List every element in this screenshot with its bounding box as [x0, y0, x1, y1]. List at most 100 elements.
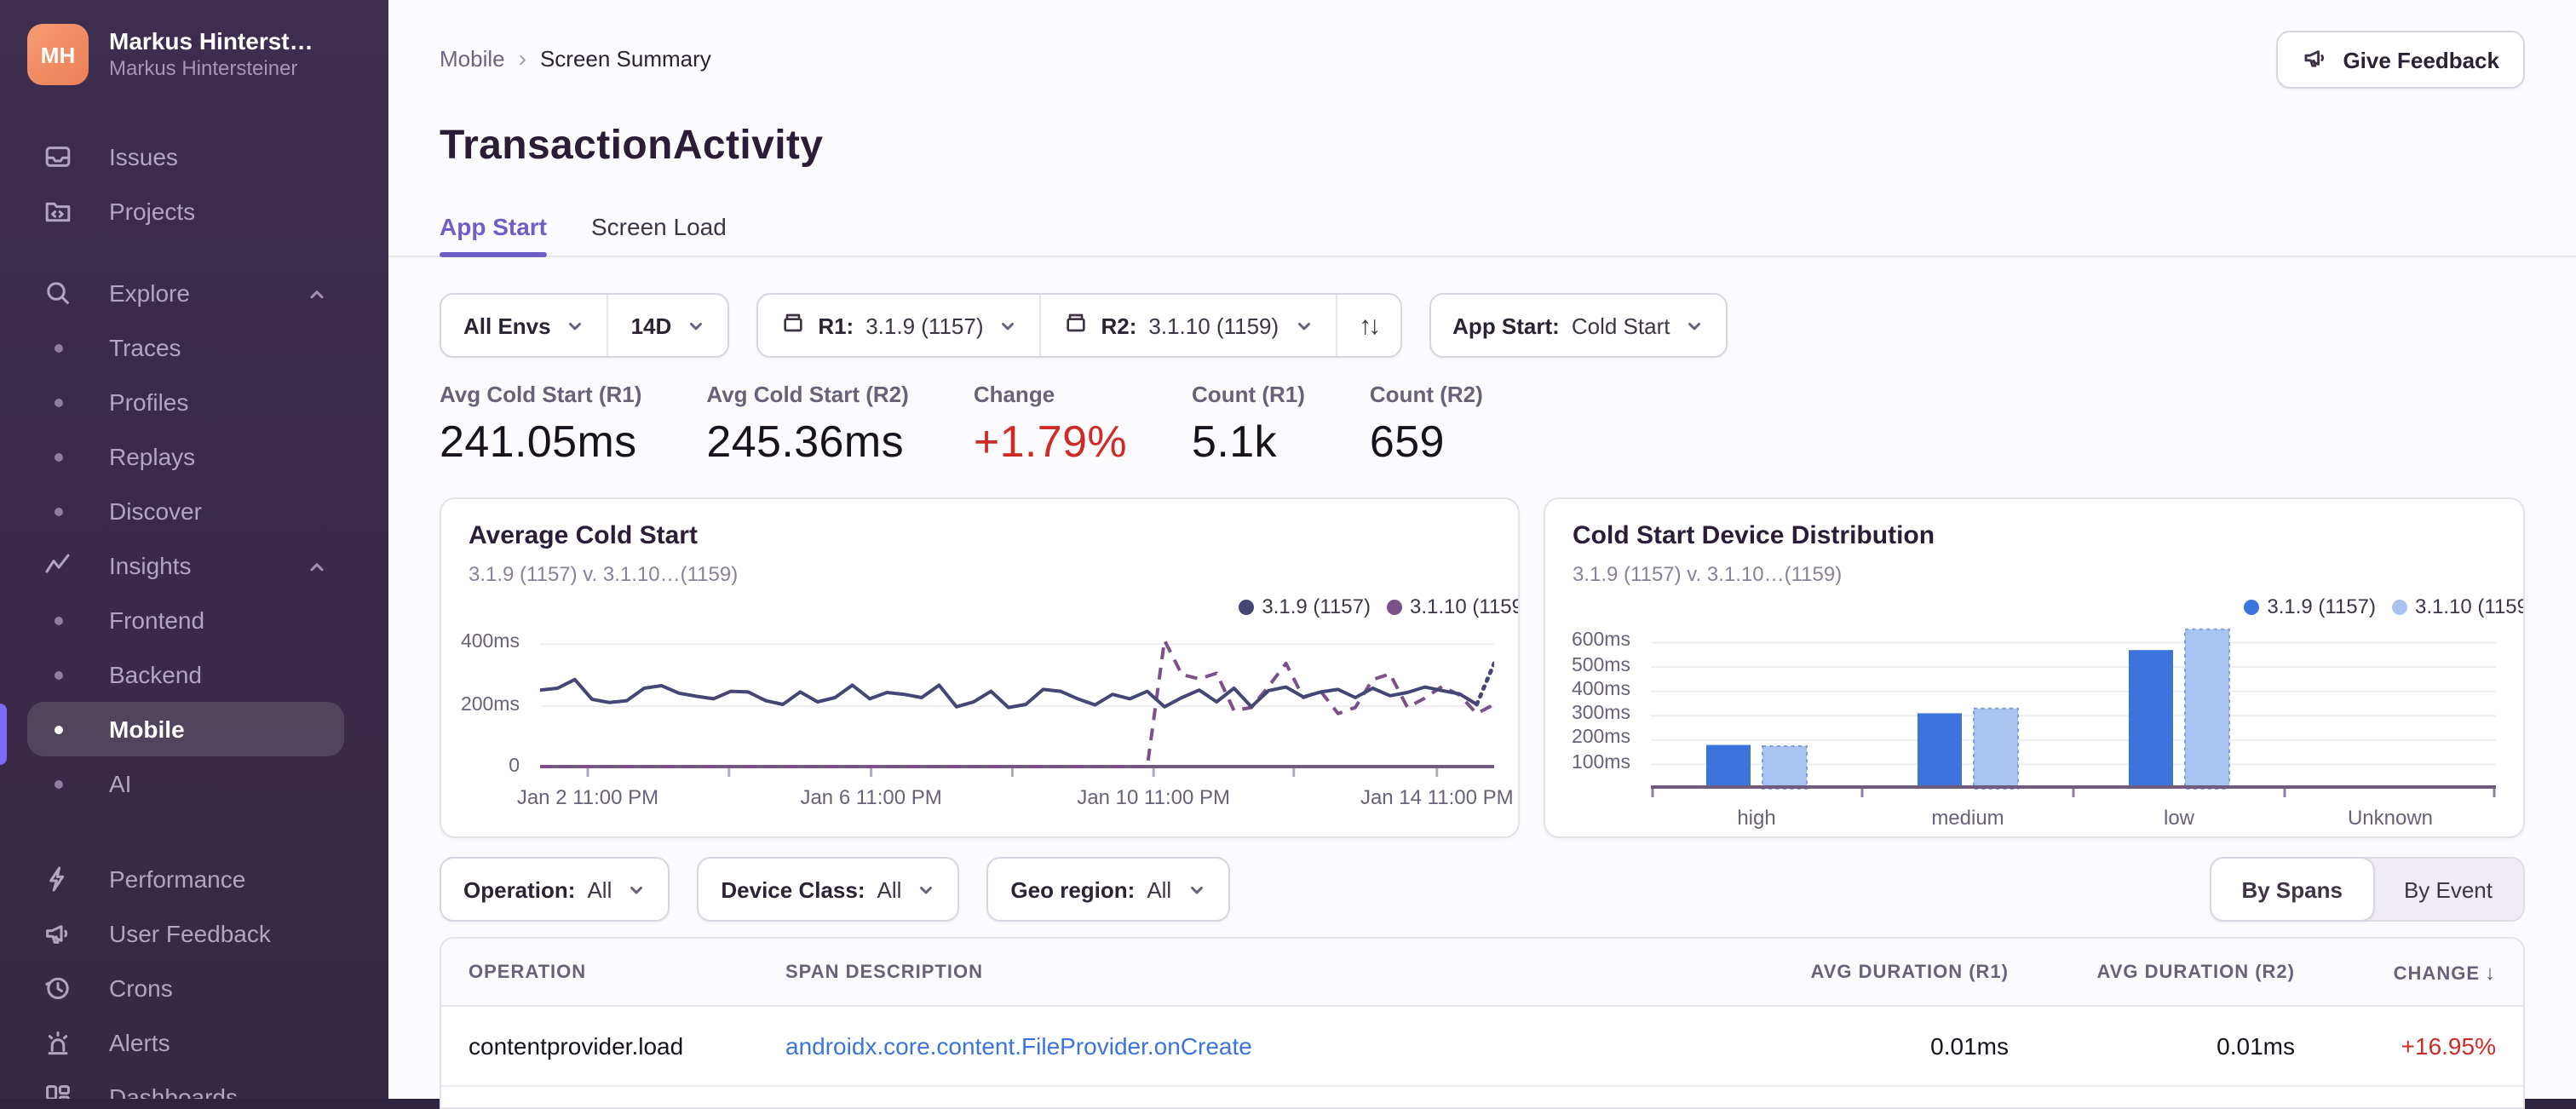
legend-label: 3.1.9 (1157) [2267, 595, 2376, 618]
chevron-down-icon [1685, 316, 1704, 335]
bullet-icon [43, 332, 73, 363]
megaphone-icon [43, 918, 73, 949]
y-tick-label: 500ms [1571, 655, 1630, 676]
legend-item[interactable]: 3.1.10 (1159) [1386, 595, 1520, 618]
cell-change: +16.95% [2401, 1032, 2496, 1060]
sidebar-item-projects[interactable]: Projects [27, 184, 344, 238]
legend-item[interactable]: 3.1.9 (1157) [1238, 595, 1371, 618]
chevron-up-icon [307, 279, 327, 307]
x-category-label: low [2163, 806, 2195, 830]
column-header-avg-duration-r1[interactable]: AVG DURATION (R1) [1722, 962, 2009, 982]
sidebar-item-ai[interactable]: AI [27, 756, 344, 811]
sidebar-item-label: Backend [109, 661, 202, 688]
table-row-partial [441, 1087, 2523, 1107]
clock-icon [43, 973, 73, 1003]
org-switcher[interactable]: MH Markus Hinterst… Markus Hintersteiner [27, 24, 361, 85]
bullet-icon [43, 768, 73, 799]
span-filter-bar: Operation: All Device Class: All Geo reg… [440, 857, 1230, 922]
device-class-dropdown[interactable]: Device Class: All [699, 859, 957, 920]
environment-dropdown[interactable]: All Envs [441, 295, 607, 356]
date-range-dropdown[interactable]: 14D [607, 295, 728, 356]
sidebar-item-traces[interactable]: Traces [27, 320, 344, 375]
column-header-change[interactable]: CHANGE ↓ [2295, 960, 2523, 984]
release-r2-dropdown[interactable]: R2: 3.1.10 (1159) [1039, 295, 1336, 356]
app-start-type-dropdown[interactable]: App Start: Cold Start [1430, 295, 1726, 356]
sidebar-item-replays[interactable]: Replays [27, 429, 344, 484]
geo-region-dropdown[interactable]: Geo region: All [988, 859, 1228, 920]
sidebar-item-profiles[interactable]: Profiles [27, 375, 344, 429]
column-header-avg-duration-r2[interactable]: AVG DURATION (R2) [2009, 962, 2295, 982]
user-name: Markus Hinterst… [109, 27, 313, 55]
bullet-icon [43, 387, 73, 417]
legend-label: 3.1.10 (1159) [1410, 595, 1520, 618]
sidebar-item-mobile[interactable]: Mobile [27, 702, 344, 756]
sidebar: MH Markus Hinterst… Markus Hintersteiner… [0, 0, 388, 1099]
breadcrumb: Mobile › Screen Summary [440, 44, 711, 72]
give-feedback-label: Give Feedback [2343, 47, 2499, 72]
sidebar-item-insights[interactable]: Insights [27, 538, 344, 593]
sidebar-item-user-feedback[interactable]: User Feedback [27, 906, 344, 961]
breadcrumb-parent[interactable]: Mobile [440, 45, 505, 71]
cell-operation: contentprovider.load [469, 1032, 684, 1060]
chevron-down-icon [687, 316, 705, 335]
dashboards-icon [43, 1082, 73, 1099]
sidebar-item-crons[interactable]: Crons [27, 961, 344, 1015]
y-tick-label: 600ms [1571, 630, 1630, 652]
bullet-icon [43, 605, 73, 635]
legend-label: 3.1.10 (1159) [2415, 595, 2525, 618]
sidebar-item-frontend[interactable]: Frontend [27, 593, 344, 647]
sidebar-item-alerts[interactable]: Alerts [27, 1015, 344, 1070]
stat-label: Count (R1) [1192, 382, 1305, 407]
operation-dropdown[interactable]: Operation: All [441, 859, 668, 920]
charts-row: Average Cold Start 3.1.9 (1157) v. 3.1.1… [440, 497, 2525, 838]
release-r1-dropdown[interactable]: R1: 3.1.9 (1157) [758, 295, 1039, 356]
legend-item[interactable]: 3.1.10 (1159) [2391, 595, 2525, 618]
sidebar-item-explore[interactable]: Explore [27, 266, 344, 320]
stat-value: 241.05ms [440, 416, 637, 467]
sidebar-item-label: Performance [109, 865, 246, 893]
sidebar-item-performance[interactable]: Performance [27, 852, 344, 906]
sidebar-item-label: Crons [109, 974, 173, 1002]
sidebar-item-label: Discover [109, 497, 202, 525]
sidebar-item-dashboards[interactable]: Dashboards [27, 1070, 344, 1099]
x-category-label: Unknown [2347, 806, 2434, 830]
geo-region-filter: Geo region: All [986, 857, 1230, 922]
megaphone-icon [2302, 43, 2329, 76]
tab-screen-load[interactable]: Screen Load [591, 213, 727, 257]
toggle-by-spans[interactable]: By Spans [2209, 857, 2375, 922]
sidebar-nav: Issues Projects Explore Traces Profiles … [0, 129, 388, 1099]
swap-releases-button[interactable]: ↑↓ [1335, 295, 1400, 356]
sidebar-item-label: Alerts [109, 1029, 170, 1056]
sidebar-item-label: Replays [109, 443, 196, 470]
sidebar-item-issues[interactable]: Issues [27, 129, 344, 184]
chart-legend: 3.1.9 (1157) 3.1.10 (1159) [1238, 595, 1520, 618]
toggle-by-event[interactable]: By Event [2373, 859, 2523, 920]
projects-icon [43, 196, 73, 227]
app-start-value: Cold Start [1571, 313, 1670, 338]
sidebar-item-discover[interactable]: Discover [27, 484, 344, 538]
release-compare-group: R1: 3.1.9 (1157) R2: 3.1.10 (1159) ↑↓ [756, 293, 1402, 358]
stat-change: Change +1.79% [974, 382, 1127, 468]
chart-title: Cold Start Device Distribution [1573, 521, 1935, 550]
sidebar-item-label: User Feedback [109, 920, 271, 947]
tab-app-start[interactable]: App Start [440, 213, 547, 257]
legend-dot-icon [2243, 599, 2259, 614]
chevron-up-icon [307, 552, 327, 579]
chevron-down-icon [1294, 316, 1313, 335]
give-feedback-button[interactable]: Give Feedback [2276, 31, 2525, 89]
x-tick-label: Jan 6 11:00 PM [800, 785, 942, 809]
sidebar-item-label: Mobile [109, 715, 185, 743]
chevron-down-icon [566, 316, 585, 335]
active-item-indicator [0, 704, 7, 765]
avatar: MH [27, 24, 89, 85]
legend-item[interactable]: 3.1.9 (1157) [2243, 595, 2376, 618]
span-description-link[interactable]: androidx.core.content.FileProvider.onCre… [785, 1032, 1252, 1060]
release-r2-label: R2: [1101, 313, 1137, 338]
legend-dot-icon [1386, 599, 1401, 614]
chevron-down-icon [1187, 880, 1205, 899]
sidebar-item-backend[interactable]: Backend [27, 647, 344, 702]
release-icon [1064, 310, 1090, 341]
user-org: Markus Hintersteiner [109, 56, 298, 80]
release-r2-value: 3.1.10 (1159) [1148, 313, 1279, 338]
table-header-row: OPERATION SPAN DESCRIPTION AVG DURATION … [441, 939, 2523, 1007]
